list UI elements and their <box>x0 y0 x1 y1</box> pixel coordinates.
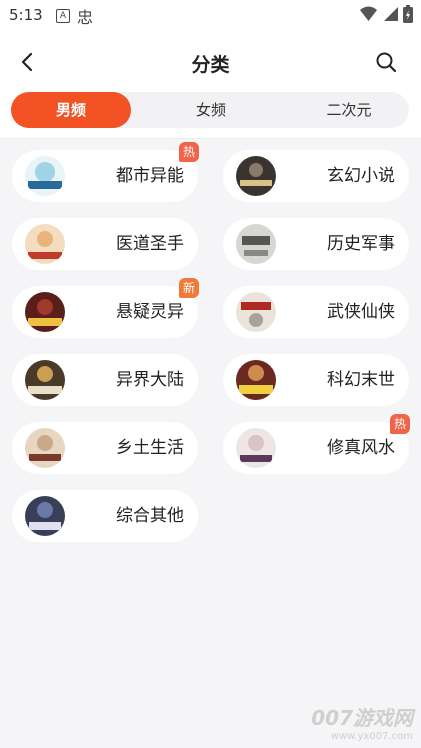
signal-icon <box>384 7 398 21</box>
hot-badge: 热 <box>390 414 410 434</box>
header: 分类 <box>0 30 421 92</box>
category-label: 修真风水 <box>327 438 395 458</box>
category-label: 玄幻小说 <box>327 166 395 186</box>
category-card[interactable]: 武侠仙侠 <box>223 286 409 338</box>
tab-bar: 男频 女频 二次元 <box>11 92 409 128</box>
book-cover <box>25 360 65 400</box>
notification-a-icon: A <box>56 9 70 23</box>
hot-badge: 热 <box>179 142 199 162</box>
watermark-text: 007游戏网 <box>311 706 413 730</box>
category-card[interactable]: 科幻末世 <box>223 354 409 406</box>
status-time: 5:13 <box>9 6 43 24</box>
status-bar: 5:13 A 忠 <box>0 0 421 30</box>
search-button[interactable] <box>374 50 398 74</box>
category-label: 异界大陆 <box>116 370 184 390</box>
page-title: 分类 <box>191 54 230 76</box>
category-label: 综合其他 <box>116 506 184 526</box>
tab-male[interactable]: 男频 <box>11 92 131 128</box>
category-card[interactable]: 历史军事 <box>223 218 409 270</box>
category-card[interactable]: 异界大陆 <box>12 354 198 406</box>
book-cover <box>236 292 276 332</box>
category-label: 武侠仙侠 <box>327 302 395 322</box>
book-cover <box>25 428 65 468</box>
category-label: 医道圣手 <box>116 234 184 254</box>
category-label: 悬疑灵异 <box>116 302 184 322</box>
category-label: 历史军事 <box>327 234 395 254</box>
category-label: 乡土生活 <box>116 438 184 458</box>
notification-app-icon: 忠 <box>77 8 94 27</box>
new-badge: 新 <box>179 278 199 298</box>
book-cover <box>236 156 276 196</box>
watermark: 007游戏网 www.yx007.com <box>311 702 413 742</box>
tab-anime[interactable]: 二次元 <box>289 92 409 128</box>
book-cover <box>25 224 65 264</box>
category-label: 科幻末世 <box>327 370 395 390</box>
book-cover <box>25 496 65 536</box>
category-card[interactable]: 修真风水 热 <box>223 414 410 474</box>
category-card[interactable]: 综合其他 <box>12 490 198 542</box>
category-card[interactable]: 悬疑灵异 新 <box>12 278 199 338</box>
category-label: 都市异能 <box>116 166 184 186</box>
wifi-icon <box>360 6 377 21</box>
book-cover <box>236 224 276 264</box>
category-card[interactable]: 医道圣手 <box>12 218 198 270</box>
book-cover <box>25 156 65 196</box>
watermark-url: www.yx007.com <box>330 731 413 742</box>
tab-female[interactable]: 女频 <box>151 92 271 128</box>
category-card[interactable]: 玄幻小说 <box>223 150 409 202</box>
category-card[interactable]: 乡土生活 <box>12 422 198 474</box>
search-icon <box>376 52 397 73</box>
book-cover <box>236 428 276 468</box>
tab-bar-container: 男频 女频 二次元 <box>0 92 421 139</box>
book-cover <box>236 360 276 400</box>
book-cover <box>25 292 65 332</box>
category-card[interactable]: 都市异能 热 <box>12 142 199 202</box>
battery-icon <box>403 5 413 23</box>
